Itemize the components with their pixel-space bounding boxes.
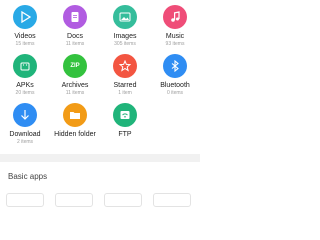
category-label: Docs xyxy=(67,33,83,40)
app-card[interactable] xyxy=(6,193,44,207)
bluetooth-icon xyxy=(163,54,187,78)
category-count: 93 items xyxy=(165,41,185,47)
category-ftp[interactable]: FTP xyxy=(100,103,150,139)
play-icon xyxy=(13,5,37,29)
app-card[interactable] xyxy=(55,193,93,207)
category-count: 11 items xyxy=(65,41,85,47)
category-count: 0 items xyxy=(166,90,184,96)
category-count: 305 items xyxy=(114,41,136,47)
category-count: 1 item xyxy=(118,90,132,96)
category-apks[interactable]: APKs 20 items xyxy=(0,54,50,96)
category-label: FTP xyxy=(118,131,132,138)
category-label: Starred xyxy=(113,82,137,89)
zip-glyph: ZIP xyxy=(70,63,80,69)
zip-icon: ZIP xyxy=(63,54,87,78)
category-count: 11 items xyxy=(65,90,85,96)
basic-apps-row xyxy=(0,193,200,207)
category-label: Music xyxy=(165,33,185,40)
category-label: Videos xyxy=(14,33,36,40)
category-music[interactable]: Music 93 items xyxy=(150,5,200,47)
category-bluetooth[interactable]: Bluetooth 0 items xyxy=(150,54,200,96)
category-label: Images xyxy=(113,33,137,40)
category-label: Hidden folder xyxy=(54,131,96,138)
category-label: Download xyxy=(9,131,41,138)
category-images[interactable]: Images 305 items xyxy=(100,5,150,47)
category-docs[interactable]: Docs 11 items xyxy=(50,5,100,47)
category-count: 15 items xyxy=(15,41,35,47)
star-icon xyxy=(113,54,137,78)
image-icon xyxy=(113,5,137,29)
category-starred[interactable]: Starred 1 item xyxy=(100,54,150,96)
section-divider xyxy=(0,154,200,162)
category-count: 20 items xyxy=(15,90,35,96)
download-icon xyxy=(13,103,37,127)
folder-icon xyxy=(63,103,87,127)
section-title: Basic apps xyxy=(8,172,48,181)
document-icon xyxy=(63,5,87,29)
music-note-icon xyxy=(163,5,187,29)
category-count: 2 items xyxy=(16,139,34,145)
category-archives[interactable]: ZIP Archives 11 items xyxy=(50,54,100,96)
category-label: Bluetooth xyxy=(160,82,190,89)
app-card[interactable] xyxy=(153,193,191,207)
category-label: APKs xyxy=(16,82,34,89)
category-label: Archives xyxy=(61,82,89,89)
category-hidden-folder[interactable]: Hidden folder xyxy=(50,103,100,139)
wifi-icon xyxy=(113,103,137,127)
app-card[interactable] xyxy=(104,193,142,207)
category-videos[interactable]: Videos 15 items xyxy=(0,5,50,47)
category-download[interactable]: Download 2 items xyxy=(0,103,50,145)
android-icon xyxy=(13,54,37,78)
